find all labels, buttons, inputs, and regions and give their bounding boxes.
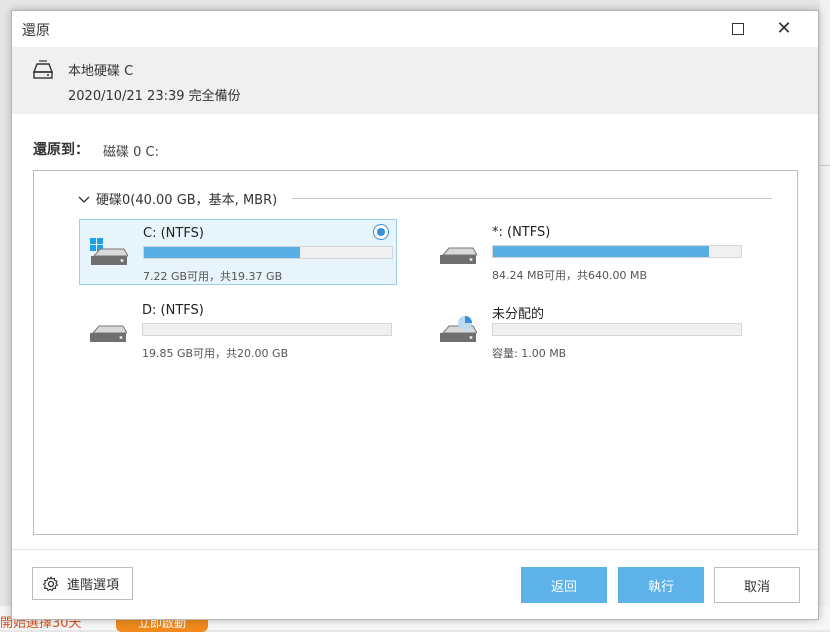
- maximize-button[interactable]: [718, 15, 758, 43]
- partition-info: 19.85 GB可用，共20.00 GB: [142, 347, 289, 360]
- partition-star[interactable]: *: (NTFS) 84.24 MB可用，共640.00 MB: [429, 219, 747, 285]
- background-app-edge: [820, 0, 830, 610]
- partition-radio[interactable]: [373, 224, 389, 240]
- partition-info: 容量: 1.00 MB: [492, 347, 567, 360]
- drive-icon: [440, 247, 477, 264]
- restore-dialog: 還原 ✕ 本地硬碟 C 2020/10/21 23:39 完全備份 還原到： 磁…: [11, 10, 819, 620]
- usage-bar: [143, 246, 393, 259]
- cancel-button[interactable]: 取消: [714, 567, 800, 603]
- usage-bar: [492, 323, 742, 336]
- partition-name: *: (NTFS): [492, 225, 551, 240]
- partition-info: 84.24 MB可用，共640.00 MB: [492, 269, 648, 282]
- partition-d[interactable]: D: (NTFS) 19.85 GB可用，共20.00 GB: [79, 297, 397, 363]
- background-divider: [820, 165, 830, 166]
- advanced-options-button[interactable]: 進階選項: [32, 567, 133, 600]
- source-date: 2020/10/21 23:39 完全備份: [68, 89, 241, 104]
- disk-header[interactable]: 硬碟0(40.00 GB，基本, MBR): [78, 189, 277, 208]
- radio-selected-dot: [377, 228, 385, 236]
- usage-bar: [142, 323, 392, 336]
- execute-button[interactable]: 執行: [618, 567, 704, 603]
- disk-title: 硬碟0(40.00 GB，基本, MBR): [96, 193, 278, 208]
- close-icon: ✕: [776, 18, 792, 39]
- usage-bar-fill: [493, 246, 709, 257]
- partition-c[interactable]: C: (NTFS) 7.22 GB可用，共19.37 GB: [79, 219, 397, 285]
- partition-name: 未分配的: [492, 307, 545, 322]
- disk-backup-icon: [32, 60, 54, 79]
- footer-divider: [12, 549, 818, 550]
- drive-icon: [90, 325, 127, 342]
- close-button[interactable]: ✕: [764, 15, 804, 43]
- usage-bar-fill: [144, 247, 301, 258]
- disk-header-divider: [292, 198, 772, 199]
- partition-name: C: (NTFS): [143, 226, 204, 241]
- gear-icon: [43, 575, 59, 591]
- restore-to-label: 還原到：: [33, 142, 89, 158]
- chevron-down-icon: [78, 196, 90, 203]
- title-bar: 還原 ✕: [12, 11, 818, 47]
- partition-info: 7.22 GB可用，共19.37 GB: [143, 270, 283, 283]
- back-button[interactable]: 返回: [521, 567, 607, 603]
- usage-bar: [492, 245, 742, 258]
- windows-drive-icon: [90, 238, 128, 265]
- unallocated-drive-icon: [440, 316, 477, 342]
- restore-target: 磁碟 0 C:: [103, 145, 159, 160]
- backup-source-panel: 本地硬碟 C 2020/10/21 23:39 完全備份: [12, 47, 818, 114]
- disk-map-panel: 硬碟0(40.00 GB，基本, MBR) C: (NTFS) 7.22 GB可…: [33, 170, 798, 535]
- window-title: 還原: [22, 23, 50, 39]
- maximize-icon: [732, 23, 744, 35]
- advanced-options-label: 進階選項: [67, 578, 120, 593]
- partition-name: D: (NTFS): [142, 303, 204, 318]
- source-name: 本地硬碟 C: [68, 64, 134, 79]
- partition-unallocated[interactable]: 未分配的 容量: 1.00 MB: [429, 297, 747, 363]
